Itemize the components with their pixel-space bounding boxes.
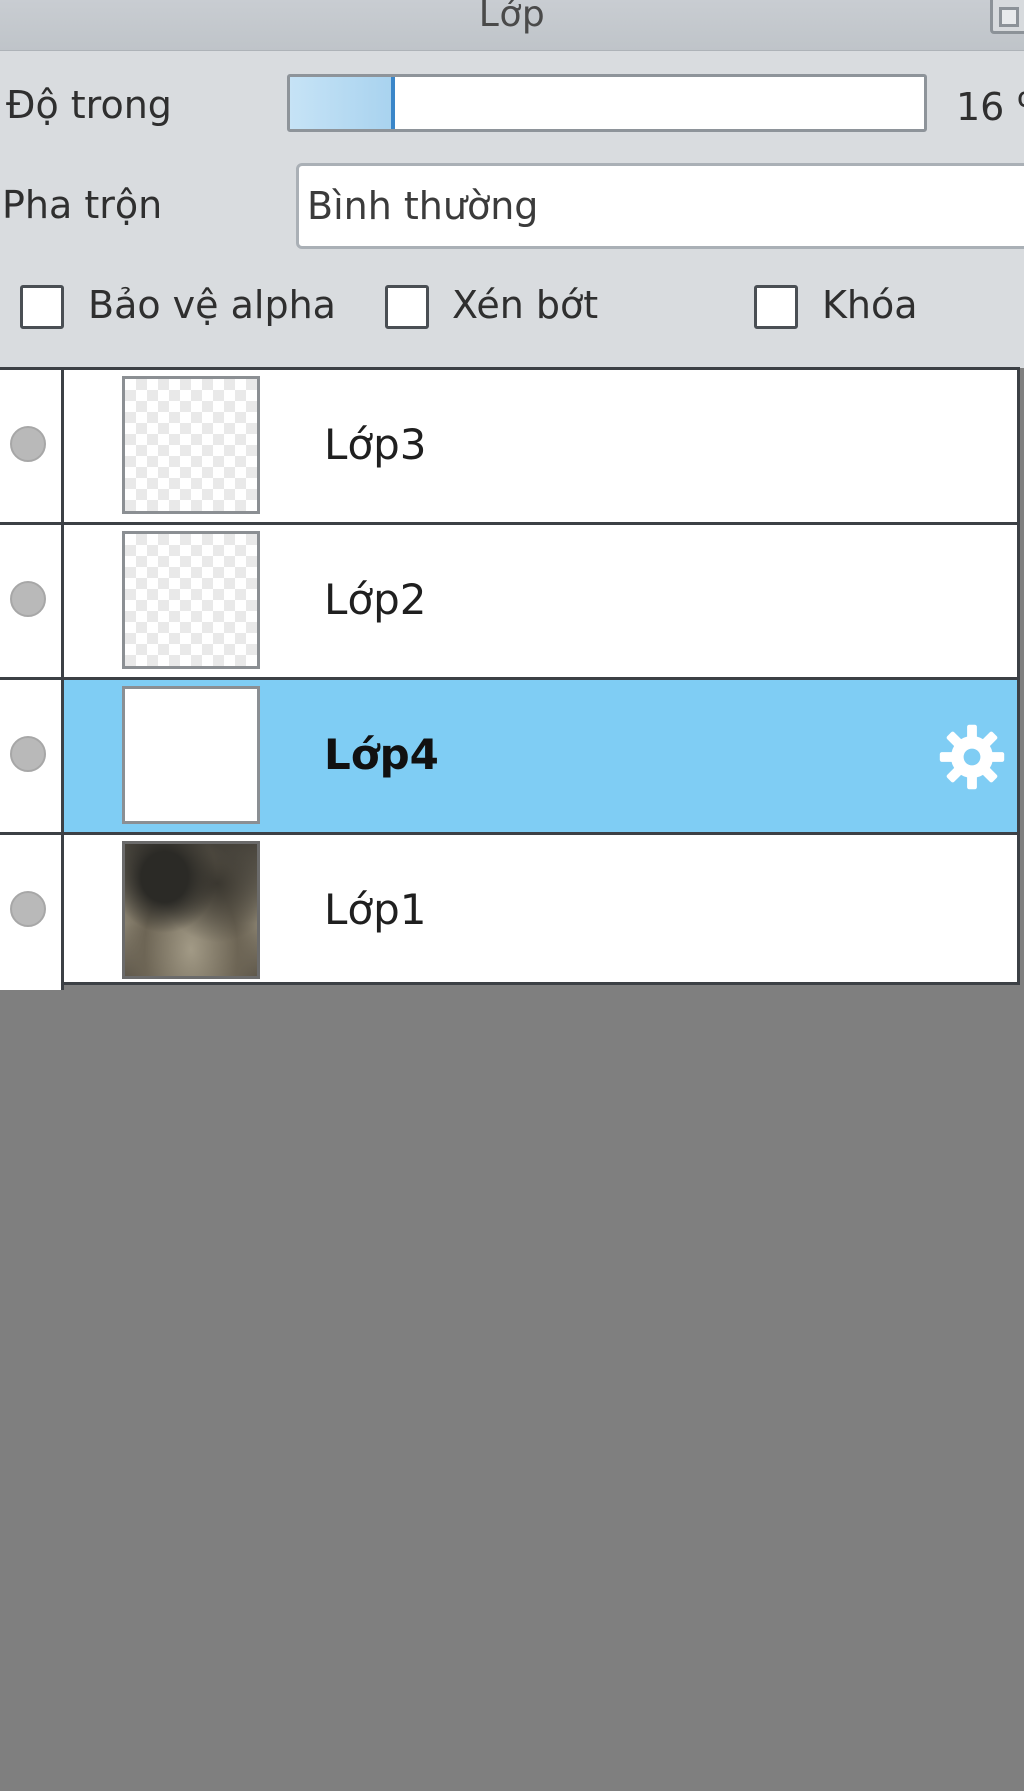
layer-thumbnail [122, 686, 260, 824]
opacity-value: 16 % [956, 85, 1024, 129]
layer-panel: Lớp Độ trong 16 % Pha trộn Bình thường B… [0, 0, 1024, 1791]
lock-checkbox[interactable] [754, 285, 798, 329]
clipping-checkbox[interactable] [385, 285, 429, 329]
layer-properties: Độ trong 16 % Pha trộn Bình thường Bảo v… [0, 51, 1024, 368]
clipping-label: Xén bớt [452, 283, 599, 327]
layer-thumbnail [122, 376, 260, 514]
protect-alpha-label: Bảo vệ alpha [88, 283, 336, 327]
layer-row-layer1[interactable]: Lớp1 [0, 835, 1017, 990]
opacity-slider[interactable] [287, 74, 927, 132]
visibility-cell[interactable] [0, 370, 64, 522]
visibility-dot-icon[interactable] [10, 581, 46, 617]
layer-row-layer3[interactable]: Lớp3 [0, 370, 1017, 525]
blend-mode-value: Bình thường [307, 184, 539, 228]
layer-thumbnail [122, 531, 260, 669]
layer-list: Lớp3 Lớp2 Lớp4 Lớp1 [0, 367, 1020, 990]
visibility-cell[interactable] [0, 835, 64, 990]
visibility-dot-icon[interactable] [10, 891, 46, 927]
layer-row-layer2[interactable]: Lớp2 [0, 525, 1017, 680]
blend-mode-label: Pha trộn [2, 183, 163, 227]
visibility-cell[interactable] [0, 525, 64, 677]
layer-name: Lớp4 [324, 730, 439, 779]
visibility-dot-icon[interactable] [10, 426, 46, 462]
gear-icon[interactable] [937, 722, 1007, 792]
float-panel-icon[interactable] [990, 0, 1024, 34]
opacity-label: Độ trong [6, 83, 172, 127]
blend-mode-select[interactable]: Bình thường [296, 163, 1024, 249]
protect-alpha-checkbox[interactable] [20, 285, 64, 329]
layer-name: Lớp3 [324, 420, 427, 469]
layer-name: Lớp1 [324, 885, 427, 934]
lock-label: Khóa [822, 283, 918, 327]
layer-row-layer4[interactable]: Lớp4 [0, 680, 1017, 835]
panel-title-bar[interactable]: Lớp [0, 0, 1024, 51]
layer-thumbnail [122, 841, 260, 979]
visibility-cell[interactable] [0, 680, 64, 832]
opacity-slider-fill [290, 77, 396, 129]
visibility-dot-icon[interactable] [10, 736, 46, 772]
layer-name: Lớp2 [324, 575, 427, 624]
panel-title: Lớp [478, 0, 546, 35]
